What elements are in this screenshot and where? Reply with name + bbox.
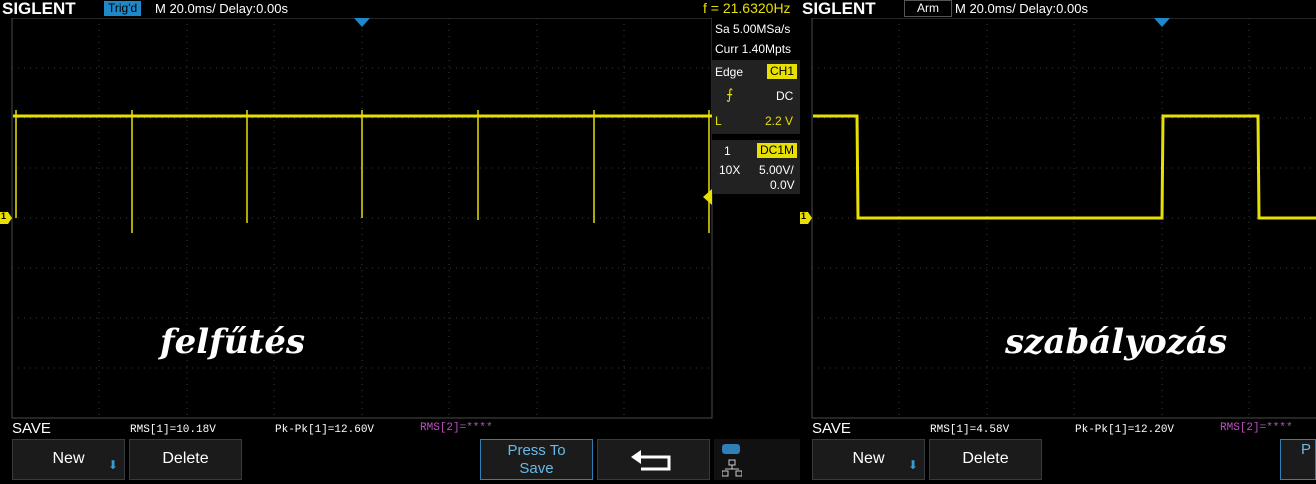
trigger-coupling: DC [776, 89, 794, 103]
return-button[interactable] [597, 439, 710, 480]
channel-number: 1 [724, 144, 731, 158]
return-arrow-icon [630, 450, 670, 471]
new-button-label: New [52, 450, 85, 467]
sample-rate: Sa 5.00MSa/s [715, 22, 791, 36]
rising-edge-icon: ⨍ [726, 86, 734, 102]
trigger-source: CH1 [767, 64, 798, 79]
new-button[interactable]: New ⬇ [12, 439, 125, 480]
network-icon [722, 459, 742, 477]
channel-offset: 0.0V [770, 178, 795, 192]
trigger-level-label: L [715, 114, 722, 128]
press-to-save-button[interactable]: Press To Save [480, 439, 593, 480]
channel1-panel[interactable]: 1 DC1M 10X 5.00V/ 0.0V [712, 140, 800, 194]
chevron-down-icon-right: ⬇ [907, 458, 918, 472]
status-icons-area [714, 439, 800, 480]
trigger-status-badge: Trig'd [104, 1, 142, 16]
overlay-label-regulation: szabályozás [1005, 322, 1228, 362]
chevron-down-icon: ⬇ [107, 458, 118, 472]
overlay-label-heating: felfűtés [160, 322, 305, 362]
measurement-rms1: RMS[1]=10.18V [130, 424, 216, 436]
memory-depth: Curr 1.40Mpts [715, 42, 792, 56]
save-menu-title: SAVE [12, 420, 51, 437]
measurement-rms2-right: RMS[2]=**** [1220, 422, 1293, 434]
trigger-panel[interactable]: Edge CH1 ⨍ DC L 2.2 V [712, 60, 800, 134]
trigger-position-marker[interactable] [354, 18, 370, 27]
delete-button[interactable]: Delete [129, 439, 242, 480]
measurement-rms1-right: RMS[1]=4.58V [930, 424, 1010, 436]
press-to-save-line1: Press To [507, 442, 566, 459]
measurement-rms2: RMS[2]=**** [420, 422, 493, 434]
trigger-level-value: 2.2 V [765, 114, 794, 128]
trigger-type: Edge [715, 65, 744, 79]
left-trace [13, 110, 712, 233]
trigger-position-marker-right[interactable] [1154, 18, 1170, 27]
new-button-right[interactable]: New ⬇ [812, 439, 925, 480]
frequency-readout: f = 21.6320Hz [703, 0, 791, 16]
trigger-level-marker[interactable] [703, 189, 712, 205]
press-to-save-button-right[interactable]: P [1280, 439, 1316, 480]
brand-logo: SIGLENT [2, 0, 76, 18]
volts-per-div: 5.00V/ [759, 163, 794, 177]
delete-button-right[interactable]: Delete [929, 439, 1042, 480]
usb-icon [722, 444, 740, 454]
new-button-label-right: New [852, 450, 885, 467]
timebase-readout: M 20.0ms/ Delay:0.00s [155, 1, 288, 16]
brand-logo-right: SIGLENT [802, 0, 876, 18]
save-menu-title-right: SAVE [812, 420, 851, 437]
channel1-marker-label: 1 [1, 211, 7, 221]
channel-coupling: DC1M [757, 143, 798, 158]
timebase-readout-right: M 20.0ms/ Delay:0.00s [955, 1, 1088, 16]
channel1-marker-label-right: 1 [801, 211, 807, 221]
right-trace [813, 114, 1316, 220]
trigger-status-badge-right: Arm [904, 0, 952, 17]
measurement-pkpk1-right: Pk-Pk[1]=12.20V [1075, 424, 1175, 436]
probe-ratio: 10X [719, 163, 741, 177]
left-waveform-display [0, 18, 713, 419]
press-to-save-line2: Save [519, 460, 554, 477]
measurement-pkpk1: Pk-Pk[1]=12.60V [275, 424, 375, 436]
